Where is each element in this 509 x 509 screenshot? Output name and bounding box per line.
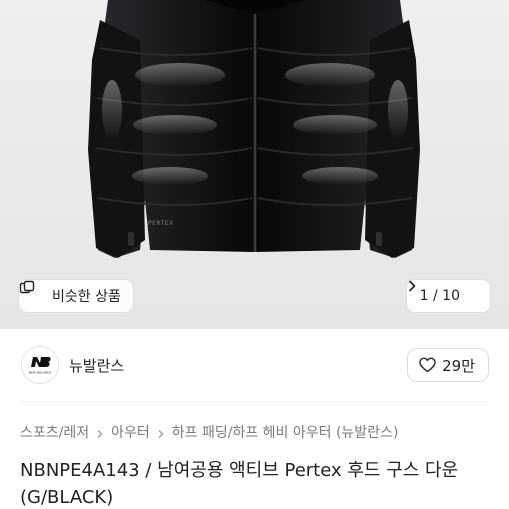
seller-avatar[interactable]: NEW BALANCE xyxy=(21,346,59,384)
new-balance-logo-icon: NEW BALANCE xyxy=(29,357,51,375)
logo-text: NEW BALANCE xyxy=(29,371,51,375)
breadcrumb: 스포츠/레저 아우터 하프 패딩/하프 헤비 아우터 (뉴발란스) xyxy=(20,422,398,442)
breadcrumb-item[interactable]: 하프 패딩/하프 헤비 아우터 (뉴발란스) xyxy=(172,422,399,442)
similar-products-button[interactable]: 비슷한 상품 xyxy=(19,280,133,312)
like-count: 29만 xyxy=(442,356,475,375)
seller-row[interactable]: NEW BALANCE 뉴발란스 29만 xyxy=(0,329,509,401)
chevron-right-icon xyxy=(408,280,479,302)
breadcrumb-item[interactable]: 아우터 xyxy=(111,422,150,442)
breadcrumb-item[interactable]: 스포츠/레저 xyxy=(20,422,89,442)
heart-icon xyxy=(419,357,436,373)
similar-items-icon xyxy=(19,280,45,304)
product-image[interactable]: PERTEX 비슷한 상품 1 / 10 xyxy=(0,0,509,329)
chevron-right-icon xyxy=(95,427,105,438)
image-pager-button[interactable]: 1 / 10 xyxy=(406,280,490,312)
divider xyxy=(20,401,489,402)
similar-products-label: 비슷한 상품 xyxy=(52,289,121,305)
seller-name[interactable]: 뉴발란스 xyxy=(69,355,124,376)
jacket-logo-text: PERTEX xyxy=(148,220,174,227)
like-button[interactable]: 29만 xyxy=(407,348,489,382)
chevron-right-icon xyxy=(156,427,166,438)
image-pager-text: 1 / 10 xyxy=(419,288,460,304)
product-title: NBNPE4A143 / 남여공용 액티브 Pertex 후드 구스 다운 (G… xyxy=(20,460,459,508)
